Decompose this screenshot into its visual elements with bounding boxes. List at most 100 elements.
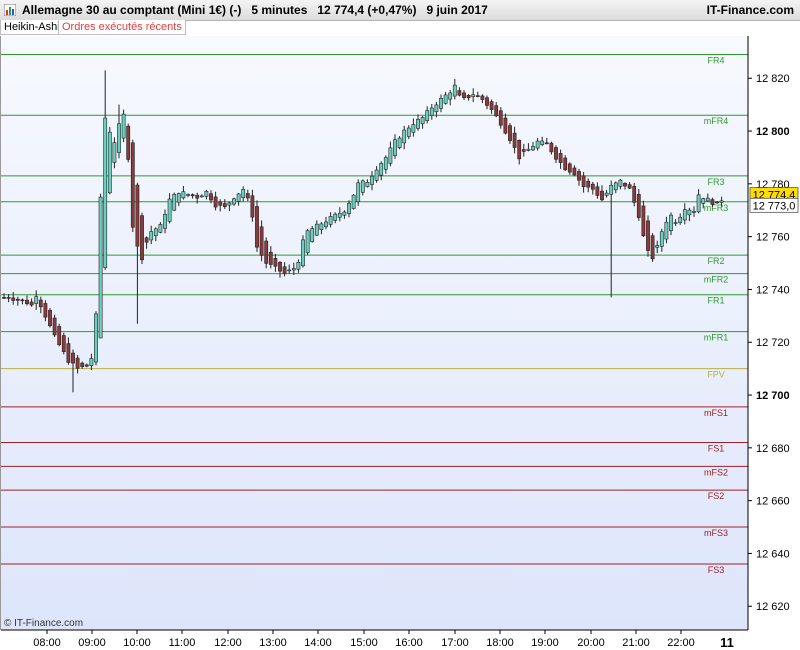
- candle: [646, 215, 650, 257]
- candle-body: [586, 180, 591, 188]
- candle-body: [429, 107, 434, 116]
- candle-body: [498, 110, 503, 126]
- candle: [356, 179, 361, 206]
- candle-body: [480, 95, 485, 100]
- candle-body: [360, 180, 365, 193]
- x-tick-label: 15:00: [350, 637, 378, 649]
- candle: [508, 122, 512, 145]
- candle-body: [163, 214, 167, 229]
- candle: [61, 332, 66, 355]
- x-tick-label: 17:00: [441, 637, 469, 649]
- candle-body: [61, 335, 66, 352]
- candle-body: [572, 167, 577, 176]
- level-label-fpv: FPV: [707, 370, 725, 380]
- candle: [130, 139, 135, 233]
- candle-body: [471, 94, 476, 97]
- candle-body: [613, 182, 618, 191]
- candle: [259, 220, 264, 262]
- candle-body: [29, 301, 34, 306]
- candle: [98, 193, 103, 339]
- candle-body: [563, 157, 568, 171]
- candle-body: [512, 132, 517, 148]
- candle-body: [52, 317, 57, 336]
- candle-body: [167, 198, 172, 222]
- candle-body: [20, 299, 25, 302]
- candle-body: [227, 202, 232, 206]
- candle-body: [705, 197, 710, 202]
- candle-body: [218, 201, 223, 206]
- candle-body: [646, 220, 650, 251]
- candle-body: [632, 186, 637, 203]
- candle-body: [618, 179, 623, 187]
- candle-body: [89, 358, 94, 366]
- y-tick-label: 12 720: [756, 337, 790, 349]
- candle-body: [181, 191, 186, 199]
- candle: [397, 136, 402, 150]
- level-label-mfr2: mFR2: [704, 275, 729, 285]
- candle-body: [623, 182, 627, 187]
- candle-body: [664, 221, 669, 240]
- candle-body: [236, 193, 241, 202]
- candle-body: [103, 117, 108, 268]
- candle-body: [659, 231, 664, 247]
- candle-body: [600, 190, 604, 201]
- candle-body: [25, 299, 29, 305]
- candle-body: [71, 352, 75, 364]
- candle-body: [641, 205, 646, 237]
- candle-body: [388, 147, 393, 164]
- candle-body: [324, 221, 328, 228]
- candle-body: [531, 146, 535, 151]
- candle-body: [117, 123, 121, 153]
- candle-body: [554, 147, 558, 160]
- candle-body: [687, 209, 692, 216]
- candle-body: [577, 171, 581, 181]
- candle-body: [176, 193, 181, 203]
- y-tick-label: 12 820: [756, 73, 790, 85]
- candle: [310, 225, 315, 243]
- candle-body: [273, 258, 278, 267]
- candle-body: [305, 230, 310, 254]
- candle-body: [669, 214, 673, 231]
- x-tick-label: 22:00: [667, 637, 695, 649]
- candle-body: [494, 105, 499, 117]
- candle-body: [581, 175, 586, 187]
- secondary-price-label: 12 773,0: [753, 200, 796, 212]
- y-tick-label: 12 800: [756, 126, 790, 138]
- candle-body: [144, 237, 149, 243]
- candle-body: [379, 163, 384, 176]
- candle-body: [153, 228, 158, 237]
- candle-body: [678, 216, 683, 224]
- candle-body: [627, 184, 632, 189]
- level-label-fr1: FR1: [707, 296, 724, 306]
- candle-body: [186, 194, 190, 196]
- candle: [140, 212, 144, 265]
- y-tick-label: 12 620: [756, 601, 790, 613]
- candle-body: [333, 213, 338, 221]
- level-label-fs1: FS1: [708, 444, 725, 454]
- candle-body: [710, 199, 715, 205]
- candle: [305, 228, 310, 255]
- candle-body: [126, 125, 131, 160]
- candle-body: [715, 201, 719, 204]
- candle-body: [259, 226, 264, 256]
- candle-body: [264, 240, 269, 264]
- candle-body: [696, 194, 701, 213]
- candle-body: [397, 137, 402, 148]
- candle-body: [140, 215, 144, 261]
- candle-body: [172, 194, 177, 211]
- level-label-mfs3: mFS3: [704, 528, 728, 538]
- candle-body: [342, 211, 347, 216]
- candle: [52, 314, 57, 338]
- y-tick-label: 12 700: [756, 390, 790, 402]
- candle-body: [301, 239, 305, 267]
- candle-body: [98, 196, 103, 339]
- price-chart[interactable]: FR4 mFR4 FR3 mFR3 FR2 mFR2 FR1 mFR1 FPV mFS1 FS1 mF…: [0, 0, 800, 650]
- candle-body: [250, 195, 255, 218]
- candle-body: [291, 268, 296, 271]
- candle-body: [535, 140, 540, 149]
- candle-body: [347, 203, 351, 214]
- candle: [351, 194, 356, 210]
- candle-body: [268, 251, 273, 265]
- candle-body: [489, 101, 494, 110]
- x-tick-label: 13:00: [259, 637, 287, 649]
